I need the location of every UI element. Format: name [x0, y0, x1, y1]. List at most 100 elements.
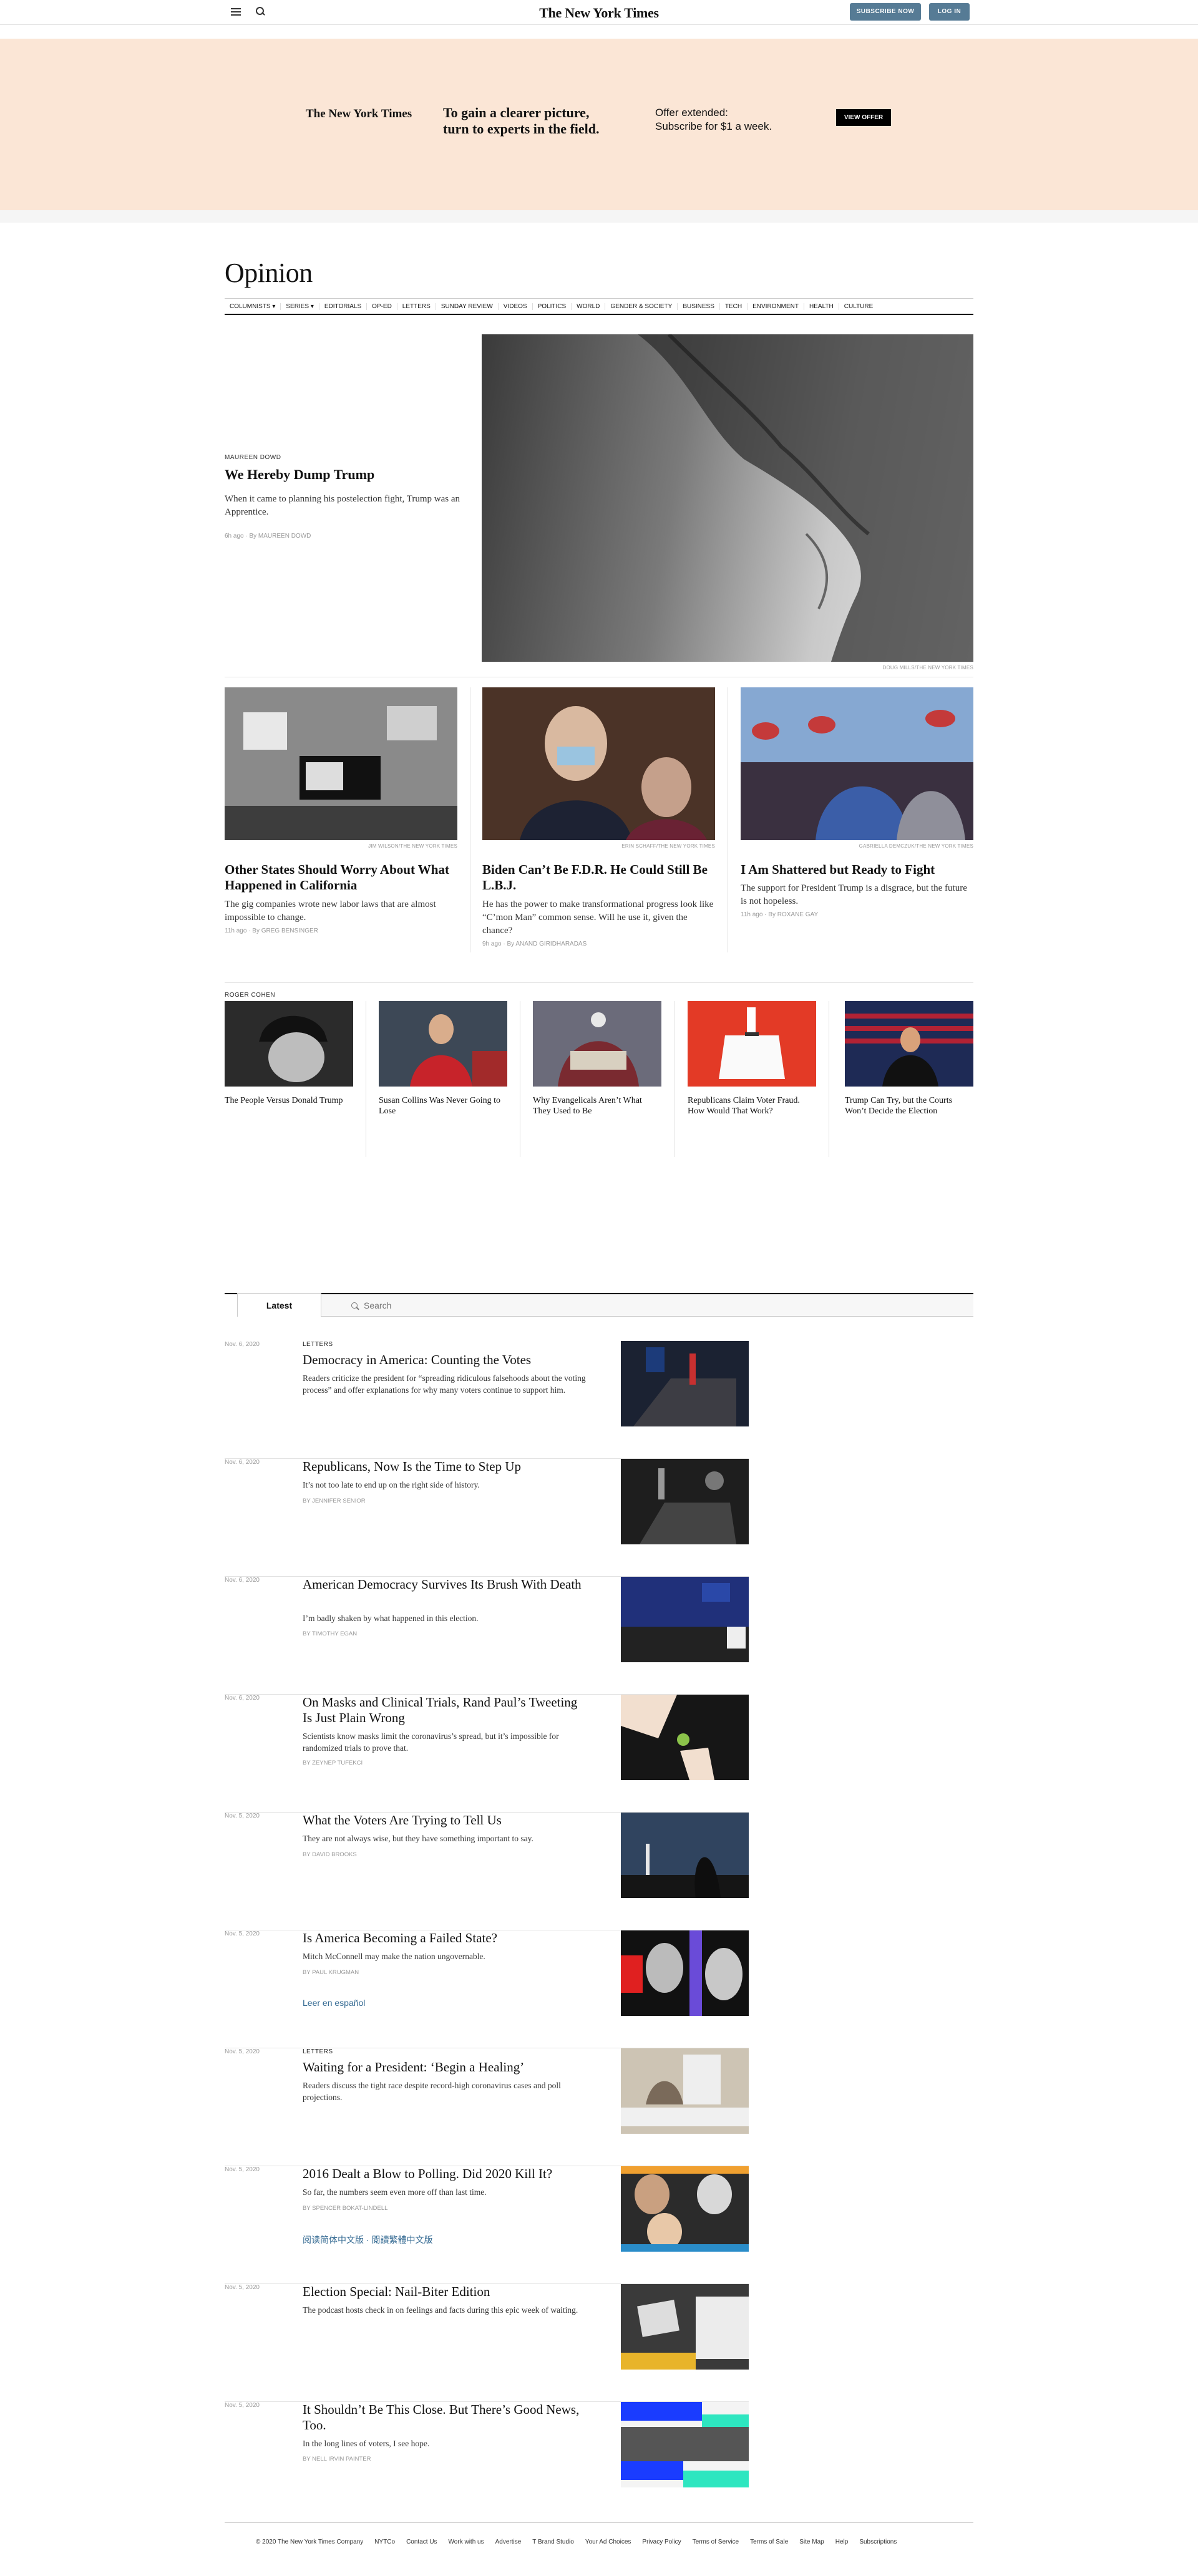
nav-tech[interactable]: TECH — [720, 303, 748, 310]
story-thumbnail[interactable] — [621, 2284, 749, 2370]
cohen-image-2[interactable] — [379, 1001, 507, 1087]
story-language-link[interactable]: 阅读简体中文版 · 閱讀繁體中文版 — [303, 2234, 432, 2246]
hamburger-menu-icon[interactable] — [231, 8, 241, 16]
list-item[interactable]: Nov. 5, 2020 What the Voters Are Trying … — [225, 1813, 749, 1930]
nav-op-ed[interactable]: OP-ED — [367, 303, 397, 310]
tab-latest[interactable]: Latest — [237, 1293, 321, 1317]
nav-culture[interactable]: CULTURE — [839, 303, 878, 310]
story-byline[interactable]: By ZEYNEP TUFEKCI — [303, 1760, 363, 1766]
story-headline[interactable]: Is America Becoming a Failed State? — [303, 1930, 590, 1946]
story-language-link[interactable]: Leer en español — [303, 1998, 365, 2008]
list-item[interactable]: Nov. 5, 2020 LETTERS Waiting for a Presi… — [225, 2048, 749, 2166]
list-item[interactable]: Nov. 5, 2020 It Shouldn’t Be This Close.… — [225, 2402, 749, 2520]
nav-world[interactable]: WORLD — [572, 303, 606, 310]
story-thumbnail[interactable] — [621, 1341, 749, 1426]
lead-kicker[interactable]: MAUREEN DOWD — [225, 454, 281, 461]
story-byline[interactable]: By PAUL KRUGMAN — [303, 1969, 359, 1976]
nav-editorials[interactable]: EDITORIALS — [319, 303, 368, 310]
story-thumbnail[interactable] — [621, 2048, 749, 2134]
cohen-image-5[interactable] — [845, 1001, 973, 1087]
story-headline[interactable]: It Shouldn’t Be This Close. But There’s … — [303, 2402, 590, 2433]
view-offer-button[interactable]: VIEW OFFER — [836, 109, 891, 126]
footer-link[interactable]: NYTCo — [374, 2539, 395, 2545]
trio-image-1[interactable] — [225, 687, 457, 840]
story-thumbnail-art — [621, 2402, 749, 2487]
footer-link[interactable]: T Brand Studio — [532, 2539, 574, 2545]
nav-health[interactable]: HEALTH — [804, 303, 839, 310]
nav-gender-society[interactable]: GENDER & SOCIETY — [605, 303, 678, 310]
story-byline[interactable]: By SPENCER BOKAT-LINDELL — [303, 2205, 387, 2212]
story-thumbnail[interactable] — [621, 1459, 749, 1544]
story-headline[interactable]: 2016 Dealt a Blow to Polling. Did 2020 K… — [303, 2166, 590, 2182]
list-item[interactable]: Nov. 6, 2020 LETTERS Democracy in Americ… — [225, 1341, 749, 1459]
footer-link[interactable]: Terms of Sale — [750, 2539, 788, 2545]
cohen-headline-3[interactable]: Why Evangelicals Aren’t What They Used t… — [533, 1095, 661, 1116]
nav-series[interactable]: SERIES ▾ — [281, 303, 319, 310]
story-headline[interactable]: American Democracy Survives Its Brush Wi… — [303, 1577, 590, 1592]
story-byline[interactable]: By TIMOTHY EGAN — [303, 1630, 357, 1637]
list-item[interactable]: Nov. 5, 2020 Is America Becoming a Faile… — [225, 1930, 749, 2048]
footer-link[interactable]: Work with us — [449, 2539, 484, 2545]
story-thumbnail-art — [621, 2048, 749, 2134]
list-item[interactable]: Nov. 6, 2020 Republicans, Now Is the Tim… — [225, 1459, 749, 1577]
footer-link[interactable]: Advertise — [495, 2539, 522, 2545]
story-thumbnail[interactable] — [621, 1577, 749, 1662]
cohen-headline-5[interactable]: Trump Can Try, but the Courts Won’t Deci… — [845, 1095, 973, 1116]
footer-link[interactable]: Contact Us — [406, 2539, 437, 2545]
footer-link[interactable]: Help — [835, 2539, 849, 2545]
story-thumbnail[interactable] — [621, 1695, 749, 1780]
cohen-image-3[interactable] — [533, 1001, 661, 1087]
story-headline[interactable]: Waiting for a President: ‘Begin a Healin… — [303, 2060, 590, 2075]
promo-headline: To gain a clearer picture, turn to exper… — [443, 105, 630, 137]
nav-sunday-review[interactable]: SUNDAY REVIEW — [436, 303, 499, 310]
cohen-kicker[interactable]: ROGER COHEN — [225, 992, 275, 999]
footer-link[interactable]: Terms of Service — [693, 2539, 739, 2545]
nav-environment[interactable]: ENVIRONMENT — [748, 303, 805, 310]
footer-link[interactable]: Subscriptions — [859, 2539, 897, 2545]
story-headline[interactable]: Democracy in America: Counting the Votes — [303, 1352, 590, 1368]
story-byline[interactable]: By JENNIFER SENIOR — [303, 1498, 366, 1504]
story-headline[interactable]: Election Special: Nail-Biter Edition — [303, 2284, 590, 2300]
footer-link[interactable]: Privacy Policy — [642, 2539, 681, 2545]
lead-image[interactable] — [482, 334, 973, 662]
story-byline[interactable]: By NELL IRVIN PAINTER — [303, 2456, 371, 2462]
story-thumbnail[interactable] — [621, 1813, 749, 1898]
list-item[interactable]: Nov. 5, 2020 Election Special: Nail-Bite… — [225, 2284, 749, 2402]
list-item[interactable]: Nov. 6, 2020 American Democracy Survives… — [225, 1577, 749, 1695]
footer-link[interactable]: Your Ad Choices — [585, 2539, 631, 2545]
list-item[interactable]: Nov. 6, 2020 On Masks and Clinical Trial… — [225, 1695, 749, 1813]
login-button[interactable]: LOG IN — [929, 3, 970, 21]
trio-meta-1: 11h ago · By GREG BENSINGER — [225, 927, 318, 934]
story-headline[interactable]: On Masks and Clinical Trials, Rand Paul’… — [303, 1695, 590, 1726]
story-thumbnail[interactable] — [621, 2166, 749, 2252]
trio-headline-2[interactable]: Biden Can’t Be F.D.R. He Could Still Be … — [482, 862, 715, 893]
trio-image-3[interactable] — [741, 687, 973, 840]
story-thumbnail-art — [621, 1813, 749, 1898]
trio-image-2[interactable] — [482, 687, 715, 840]
list-item[interactable]: Nov. 5, 2020 2016 Dealt a Blow to Pollin… — [225, 2166, 749, 2284]
cohen-image-1[interactable] — [225, 1001, 353, 1087]
cohen-headline-4[interactable]: Republicans Claim Voter Fraud. How Would… — [688, 1095, 816, 1116]
cohen-headline-1[interactable]: The People Versus Donald Trump — [225, 1095, 353, 1106]
story-headline[interactable]: What the Voters Are Trying to Tell Us — [303, 1813, 590, 1828]
story-date: Nov. 5, 2020 — [225, 2284, 260, 2291]
lead-headline[interactable]: We Hereby Dump Trump — [225, 467, 462, 483]
nav-videos[interactable]: VIDEOS — [499, 303, 533, 310]
cohen-headline-2[interactable]: Susan Collins Was Never Going to Lose — [379, 1095, 507, 1116]
story-thumbnail[interactable] — [621, 2402, 749, 2487]
trio-headline-3[interactable]: I Am Shattered but Ready to Fight — [741, 862, 973, 878]
search-icon[interactable] — [256, 7, 265, 16]
story-byline[interactable]: By DAVID BROOKS — [303, 1851, 357, 1858]
cohen-image-4[interactable] — [688, 1001, 816, 1087]
trio-headline-1[interactable]: Other States Should Worry About What Hap… — [225, 862, 457, 893]
search-input[interactable] — [364, 1299, 613, 1312]
footer-link[interactable]: Site Map — [799, 2539, 824, 2545]
story-thumbnail[interactable] — [621, 1930, 749, 2016]
nyt-logo[interactable]: The New York Times — [537, 5, 661, 21]
subscribe-button[interactable]: SUBSCRIBE NOW — [850, 3, 921, 21]
nav-columnists[interactable]: COLUMNISTS ▾ — [225, 303, 281, 310]
nav-business[interactable]: BUSINESS — [678, 303, 720, 310]
story-headline[interactable]: Republicans, Now Is the Time to Step Up — [303, 1459, 590, 1474]
nav-letters[interactable]: LETTERS — [397, 303, 436, 310]
nav-politics[interactable]: POLITICS — [533, 303, 572, 310]
